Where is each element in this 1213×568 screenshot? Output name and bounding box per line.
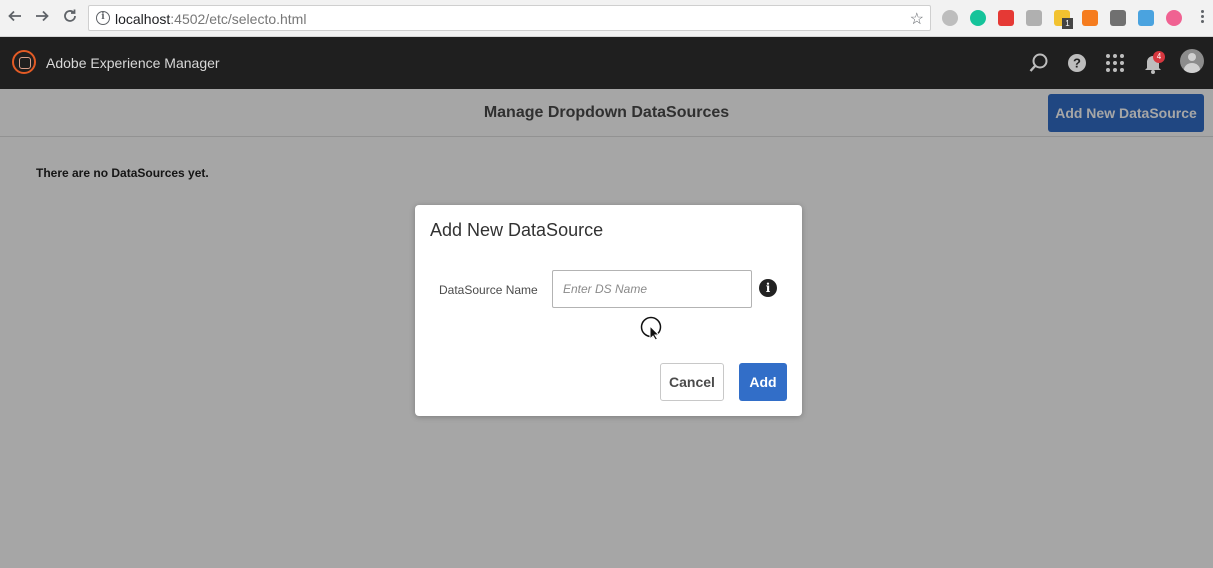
pink-extension-icon[interactable]	[1166, 10, 1182, 26]
mouse-cursor-icon	[640, 316, 662, 340]
dark-extension-icon[interactable]	[1110, 10, 1126, 26]
solutions-button[interactable]	[1104, 52, 1126, 74]
add-button[interactable]: Add	[739, 363, 787, 401]
svg-text:?: ?	[1073, 56, 1081, 71]
cancel-button[interactable]: Cancel	[660, 363, 724, 401]
star-icon[interactable]: ☆	[910, 9, 924, 29]
aem-logo-icon[interactable]	[12, 50, 36, 74]
search-icon	[1029, 53, 1048, 72]
blue-extension-icon[interactable]	[1138, 10, 1154, 26]
reload-button[interactable]	[60, 8, 80, 28]
dialog-title: Add New DataSource	[430, 220, 604, 240]
url-path: :4502/etc/selecto.html	[170, 11, 307, 27]
app-title: Adobe Experience Manager	[46, 55, 220, 71]
grey-extension-icon[interactable]	[1026, 10, 1042, 26]
user-avatar[interactable]	[1180, 49, 1204, 73]
orange-extension-icon[interactable]	[1082, 10, 1098, 26]
notification-badge: 4	[1153, 51, 1165, 63]
add-datasource-dialog: Add New DataSource DataSource Name i Can…	[415, 205, 802, 416]
info-icon[interactable]: i	[759, 279, 777, 297]
url-host: localhost	[115, 11, 171, 27]
arrow-right-icon	[36, 10, 49, 22]
help-icon: ?	[1068, 54, 1086, 72]
extension-badge: 1	[1062, 18, 1073, 29]
forward-button[interactable]	[32, 8, 52, 28]
search-button[interactable]	[1028, 52, 1050, 74]
info-icon[interactable]: i	[96, 11, 110, 25]
datasource-name-label: DataSource Name	[439, 283, 538, 297]
chrome-menu-icon[interactable]	[1196, 8, 1208, 28]
app-header: Adobe Experience Manager ?	[0, 37, 1213, 89]
url-text: localhost:4502/etc/selecto.html	[115, 11, 306, 27]
apps-grid-icon	[1106, 54, 1124, 72]
back-button[interactable]	[5, 8, 25, 28]
browser-toolbar: i localhost:4502/etc/selecto.html ☆ 1	[0, 0, 1213, 37]
grammarly-extension-icon[interactable]	[970, 10, 986, 26]
puzzle-extension-icon[interactable]	[942, 10, 958, 26]
address-bar[interactable]: i localhost:4502/etc/selecto.html ☆	[88, 5, 931, 31]
datasource-name-input[interactable]	[552, 270, 752, 308]
reload-icon	[64, 9, 76, 22]
help-button[interactable]: ?	[1066, 52, 1088, 74]
arrow-left-icon	[8, 10, 21, 22]
red-extension-icon[interactable]	[998, 10, 1014, 26]
